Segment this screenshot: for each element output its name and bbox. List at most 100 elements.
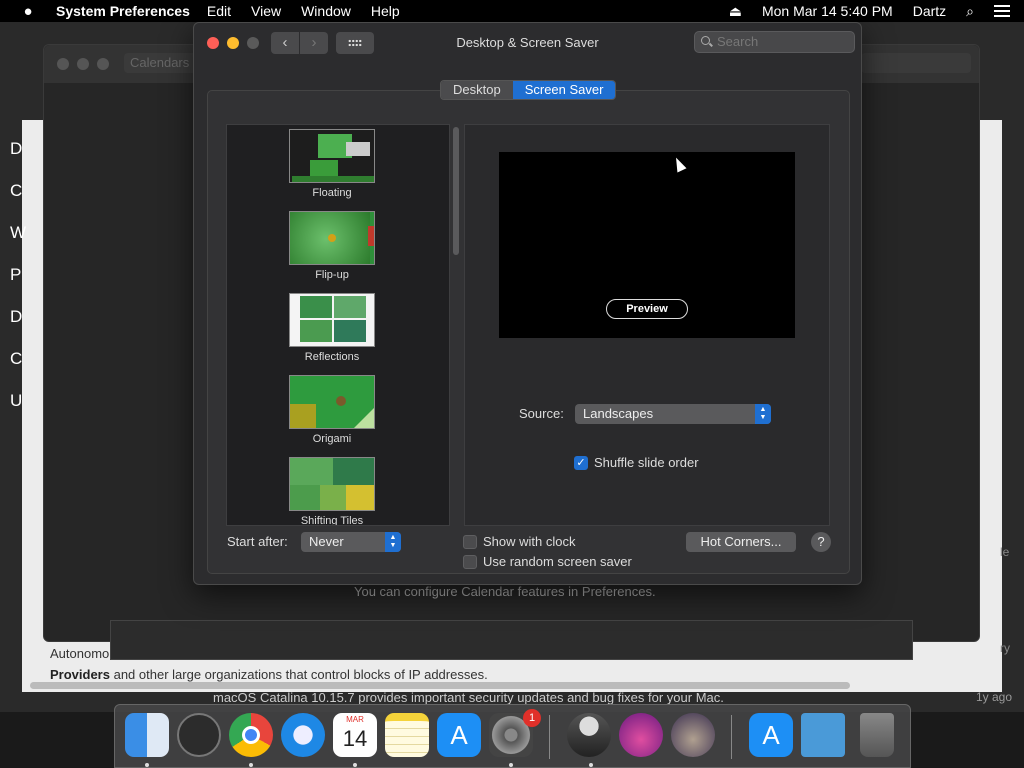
tab-screen-saver[interactable]: Screen Saver (512, 81, 616, 99)
background-timestamp: 1y ago (976, 690, 1013, 704)
calendar-minimize-button[interactable] (77, 58, 89, 70)
show-clock-checkbox[interactable] (463, 534, 477, 549)
menu-bar: ● System Preferences Edit View Window He… (0, 0, 1024, 22)
background-panel (110, 620, 913, 660)
tab-bar: Desktop Screen Saver (440, 80, 617, 100)
spotlight-icon[interactable]: ⌕ (966, 3, 974, 20)
screensaver-item-origami[interactable]: Origami (227, 375, 437, 445)
install-macos-alt-icon[interactable] (671, 713, 715, 757)
calendar-search-field[interactable] (861, 53, 971, 73)
search-icon (701, 36, 710, 45)
calendar-icon[interactable]: 14 (333, 713, 377, 757)
show-clock-label: Show with clock (483, 534, 576, 549)
finder-icon[interactable] (125, 713, 169, 757)
bg-right-line: ry (1000, 641, 1010, 655)
updown-arrows-icon: ▲ ▼ (385, 532, 401, 552)
bg-letter: D (10, 139, 23, 158)
screensaver-thumbnail (289, 129, 375, 183)
search-input[interactable]: Search (694, 31, 855, 53)
screensaver-label: Reflections (304, 351, 360, 363)
background-text-autonomous: Autonomo (50, 646, 110, 661)
automator-icon[interactable] (567, 713, 611, 757)
start-after-select[interactable]: Never ▲ ▼ (301, 532, 401, 552)
bg-letter: W (10, 223, 27, 242)
shuffle-checkbox-row[interactable]: ✓ Shuffle slide order (574, 455, 699, 470)
menu-edit[interactable]: Edit (207, 3, 231, 19)
desktop-screensaver-window: ‹ › Desktop & Screen Saver Search Deskto… (193, 22, 862, 585)
background-right-text: le ry (1000, 540, 1010, 660)
screensaver-label: Floating (312, 187, 352, 199)
bg-letter: D (10, 307, 23, 326)
screensaver-item-floating[interactable]: Floating (227, 129, 437, 199)
screensaver-label: Shifting Tiles (300, 515, 364, 526)
app-store-folder-icon[interactable]: A (749, 713, 793, 757)
bg-letter: P (10, 265, 22, 284)
bg-right-line: le (1000, 545, 1010, 559)
source-value: Landscapes (583, 406, 654, 421)
background-update-text: macOS Catalina 10.15.7 provides importan… (213, 690, 724, 705)
preview-button[interactable]: Preview (606, 299, 688, 319)
notes-icon[interactable] (385, 713, 429, 757)
background-horizontal-scrollbar[interactable] (30, 682, 850, 689)
running-indicator (353, 763, 357, 767)
bg-letter: U (10, 391, 23, 410)
show-clock-row[interactable]: Show with clock (463, 534, 575, 549)
screensaver-label: Flip-up (315, 269, 349, 281)
calendar-close-button[interactable] (57, 58, 69, 70)
screensaver-list-scrollbar[interactable] (453, 127, 459, 255)
screensaver-item-reflections[interactable]: Reflections (227, 293, 437, 363)
running-indicator (509, 763, 513, 767)
calendar-zoom-button[interactable] (97, 58, 109, 70)
menu-view[interactable]: View (251, 3, 281, 19)
running-indicator (145, 763, 149, 767)
screensaver-thumbnail (289, 293, 375, 347)
notification-badge: 1 (523, 709, 541, 727)
search-placeholder: Search (717, 34, 759, 49)
shuffle-label: Shuffle slide order (594, 455, 699, 470)
source-select[interactable]: Landscapes ▲ ▼ (575, 404, 771, 424)
screensaver-thumbnail (289, 457, 375, 511)
random-screensaver-checkbox[interactable] (463, 554, 477, 569)
notification-center-icon[interactable] (994, 5, 1010, 17)
bg-text-rest: and other large organizations that contr… (109, 667, 488, 682)
random-screensaver-row[interactable]: Use random screen saver (463, 554, 632, 569)
tab-desktop[interactable]: Desktop (441, 81, 513, 99)
hot-corners-button[interactable]: Hot Corners... (686, 532, 796, 552)
chrome-icon[interactable] (229, 713, 273, 757)
screensaver-thumbnail (289, 375, 375, 429)
app-store-icon[interactable]: A (437, 713, 481, 757)
menu-user[interactable]: Dartz (913, 3, 946, 19)
trash-icon[interactable] (860, 713, 894, 757)
install-macos-icon[interactable] (619, 713, 663, 757)
safari-icon[interactable] (281, 713, 325, 757)
menu-bar-extras: ⏏ Mon Mar 14 5:40 PM Dartz ⌕ (709, 0, 1024, 22)
bg-bold-word: Providers (50, 667, 110, 682)
screensaver-item-flip-up[interactable]: Flip-up (227, 211, 437, 281)
start-after-label: Start after: (227, 534, 288, 549)
menu-clock[interactable]: Mon Mar 14 5:40 PM (762, 3, 893, 19)
window-titlebar: ‹ › Desktop & Screen Saver Search (194, 23, 861, 63)
screensaver-item-shifting-tiles[interactable]: Shifting Tiles (227, 457, 437, 526)
background-text-providers: Providers and other large organizations … (50, 667, 488, 682)
random-screensaver-label: Use random screen saver (483, 554, 632, 569)
shuffle-checkbox[interactable]: ✓ (574, 455, 588, 470)
menu-app-name[interactable]: System Preferences (56, 3, 190, 19)
screensaver-list[interactable]: Floating Flip-up Reflections Origami Shi… (226, 124, 450, 526)
bg-letter: C (10, 181, 23, 200)
menu-window[interactable]: Window (301, 3, 351, 19)
dock-separator (549, 715, 550, 759)
menu-help[interactable]: Help (371, 3, 400, 19)
launchpad-icon[interactable] (177, 713, 221, 757)
downloads-folder-icon[interactable] (801, 713, 845, 757)
screensaver-thumbnail (289, 211, 375, 265)
running-indicator (589, 763, 593, 767)
dock-separator (731, 715, 732, 759)
source-label: Source: (519, 406, 564, 421)
apple-menu-icon[interactable]: ● (0, 3, 56, 20)
background-sidebar-letters: D C W P D C U (10, 128, 26, 422)
running-indicator (249, 763, 253, 767)
updown-arrows-icon: ▲ ▼ (755, 404, 771, 424)
start-after-value: Never (309, 534, 344, 549)
eject-icon[interactable]: ⏏ (729, 3, 742, 20)
help-button[interactable]: ? (811, 532, 831, 552)
